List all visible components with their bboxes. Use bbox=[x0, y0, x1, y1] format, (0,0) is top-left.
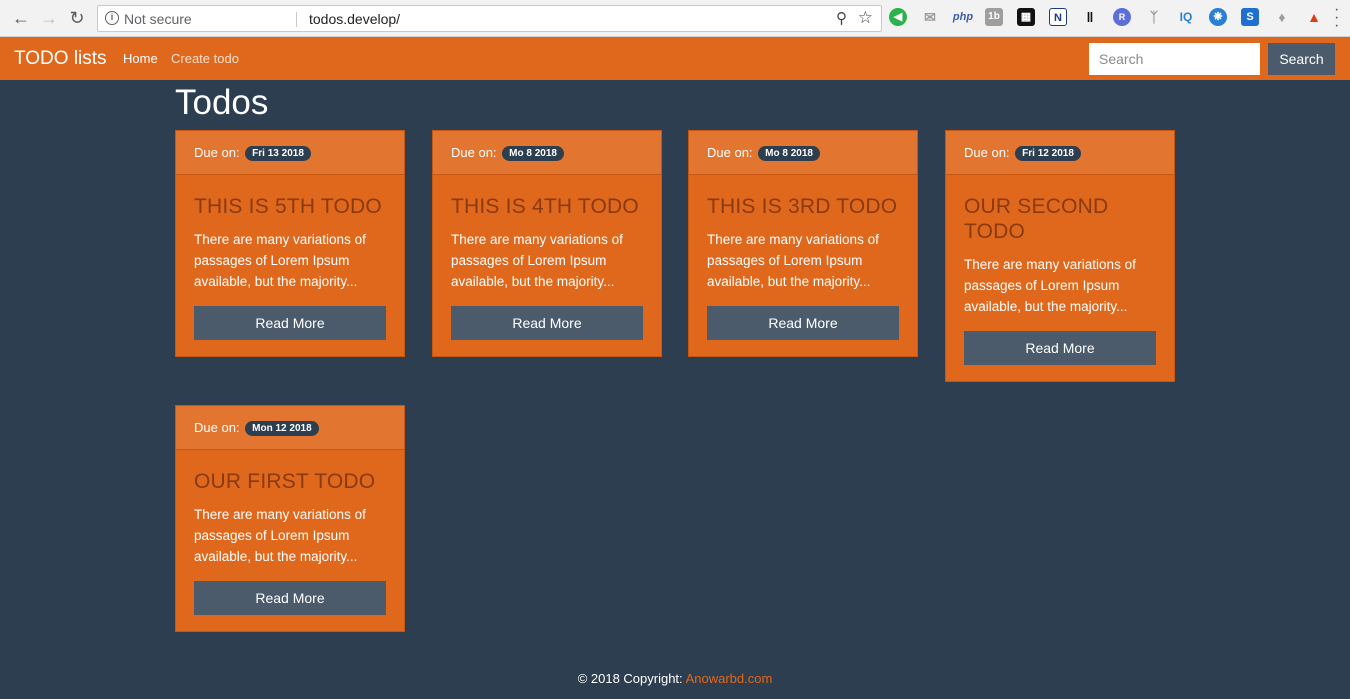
nav-link-home[interactable]: Home bbox=[123, 51, 158, 66]
address-bar[interactable]: i Not secure todos.develop/ ⚲ ☆ bbox=[97, 5, 882, 32]
page-title: Todos bbox=[175, 83, 269, 122]
card-title: This is 4th todo bbox=[451, 195, 639, 218]
card-body: This is 5th todo There are many variatio… bbox=[176, 175, 404, 357]
card-body: Our second todo There are many variation… bbox=[946, 175, 1174, 382]
card-header: Due on: Mon 12 2018 bbox=[176, 406, 404, 450]
extension-gear-icon[interactable]: ❋ bbox=[1209, 8, 1227, 26]
card-excerpt: There are many variations of passages of… bbox=[451, 232, 623, 289]
due-label: Due on: bbox=[707, 145, 753, 160]
card-header: Due on: Mo 8 2018 bbox=[433, 131, 661, 175]
due-label: Due on: bbox=[964, 145, 1010, 160]
browser-menu-icon[interactable]: · · · bbox=[1334, 2, 1340, 34]
copyright-text: © 2018 Copyright: bbox=[577, 671, 683, 686]
extension-iq-icon[interactable]: IQ bbox=[1175, 8, 1197, 26]
search-input[interactable] bbox=[1089, 43, 1260, 75]
extension-stripes-icon[interactable]: ‖ bbox=[1081, 8, 1099, 26]
security-label: Not secure bbox=[124, 11, 192, 27]
url-text[interactable]: todos.develop/ bbox=[309, 11, 400, 27]
card-body: This is 4th todo There are many variatio… bbox=[433, 175, 661, 357]
card-title: This is 3rd todo bbox=[707, 195, 898, 218]
extension-puzzle-icon[interactable]: ♦ bbox=[1273, 8, 1291, 26]
card-header: Due on: Mo 8 2018 bbox=[689, 131, 917, 175]
read-more-button[interactable]: Read More bbox=[451, 306, 643, 340]
forward-arrow-icon[interactable]: → bbox=[37, 6, 61, 30]
todo-card: Due on: Fri 13 2018 This is 5th todo The… bbox=[175, 130, 405, 357]
extension-fork-icon[interactable]: ᛉ bbox=[1145, 8, 1163, 26]
reload-icon[interactable]: ↻ bbox=[65, 6, 89, 30]
footer-link[interactable]: Anowarbd.com bbox=[686, 671, 773, 686]
nav-link-create-todo[interactable]: Create todo bbox=[171, 51, 239, 66]
extension-flame-icon[interactable]: ▲ bbox=[1305, 8, 1323, 26]
card-body: This is 3rd todo There are many variatio… bbox=[689, 175, 917, 357]
due-date-badge: Mo 8 2018 bbox=[502, 146, 564, 161]
card-header: Due on: Fri 13 2018 bbox=[176, 131, 404, 175]
back-arrow-icon[interactable]: ← bbox=[9, 6, 33, 30]
card-excerpt: There are many variations of passages of… bbox=[194, 232, 366, 289]
extension-mail-icon[interactable]: ✉ bbox=[921, 8, 939, 26]
todo-card: Due on: Mon 12 2018 Our first todo There… bbox=[175, 405, 405, 632]
card-body: Our first todo There are many variations… bbox=[176, 450, 404, 632]
extension-r-icon[interactable]: R bbox=[1113, 8, 1131, 26]
zoom-icon[interactable]: ⚲ bbox=[836, 9, 847, 27]
top-navbar: TODO lists Home Create todo Search bbox=[0, 37, 1350, 80]
read-more-button[interactable]: Read More bbox=[964, 331, 1156, 365]
todo-card: Due on: Fri 12 2018 Our second todo Ther… bbox=[945, 130, 1175, 382]
todo-card: Due on: Mo 8 2018 This is 3rd todo There… bbox=[688, 130, 918, 357]
due-date-badge: Mon 12 2018 bbox=[245, 421, 319, 436]
due-label: Due on: bbox=[194, 420, 240, 435]
card-excerpt: There are many variations of passages of… bbox=[964, 257, 1136, 314]
card-excerpt: There are many variations of passages of… bbox=[707, 232, 879, 289]
card-excerpt: There are many variations of passages of… bbox=[194, 507, 366, 564]
footer: © 2018 Copyright: Anowarbd.com bbox=[0, 671, 1350, 686]
due-label: Due on: bbox=[194, 145, 240, 160]
card-header: Due on: Fri 12 2018 bbox=[946, 131, 1174, 175]
read-more-button[interactable]: Read More bbox=[707, 306, 899, 340]
extension-green-icon[interactable]: ◀ bbox=[889, 8, 907, 26]
todo-card: Due on: Mo 8 2018 This is 4th todo There… bbox=[432, 130, 662, 357]
address-separator bbox=[296, 12, 297, 27]
search-button[interactable]: Search bbox=[1268, 43, 1335, 75]
browser-toolbar: ← → ↻ i Not secure todos.develop/ ⚲ ☆ ◀ … bbox=[0, 0, 1350, 37]
extension-php-icon[interactable]: php bbox=[952, 8, 974, 26]
extension-n-icon[interactable]: N bbox=[1049, 8, 1067, 26]
due-date-badge: Fri 13 2018 bbox=[245, 146, 311, 161]
brand-logo[interactable]: TODO lists bbox=[14, 48, 107, 70]
due-date-badge: Mo 8 2018 bbox=[758, 146, 820, 161]
extension-barcode-icon[interactable]: ▦ bbox=[1017, 8, 1035, 26]
extension-1b-icon[interactable]: 1b bbox=[985, 8, 1003, 26]
card-title: Our first todo bbox=[194, 470, 376, 493]
due-label: Due on: bbox=[451, 145, 497, 160]
read-more-button[interactable]: Read More bbox=[194, 306, 386, 340]
due-date-badge: Fri 12 2018 bbox=[1015, 146, 1081, 161]
read-more-button[interactable]: Read More bbox=[194, 581, 386, 615]
card-title: This is 5th todo bbox=[194, 195, 382, 218]
info-icon[interactable]: i bbox=[105, 11, 119, 25]
bookmark-star-icon[interactable]: ☆ bbox=[858, 8, 873, 28]
card-title: Our second todo bbox=[964, 195, 1109, 243]
extension-s-icon[interactable]: S bbox=[1241, 8, 1259, 26]
